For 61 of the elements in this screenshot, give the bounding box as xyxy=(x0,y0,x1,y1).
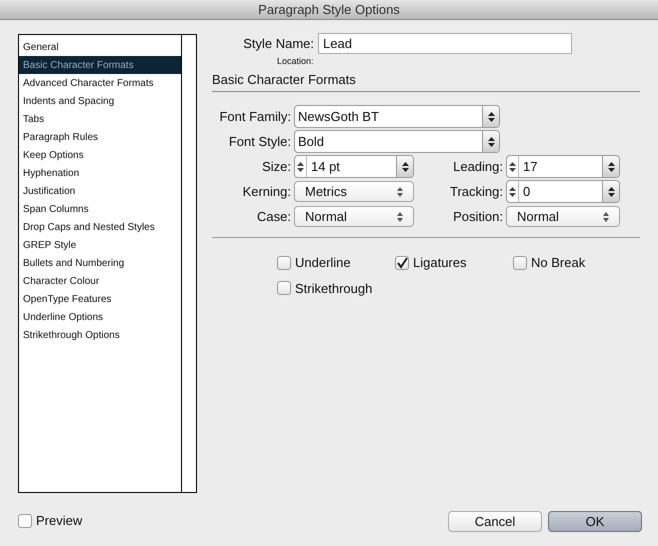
sidebar-item[interactable]: Strikethrough Options xyxy=(19,326,181,344)
nudge-arrows-icon[interactable] xyxy=(507,181,519,202)
stepper-icon[interactable] xyxy=(482,131,499,152)
sidebar-item[interactable]: Advanced Character Formats xyxy=(19,74,181,92)
stepper-icon[interactable] xyxy=(482,106,499,127)
nudge-arrows-icon[interactable] xyxy=(507,156,519,177)
checkbox[interactable] xyxy=(395,256,409,270)
stepper-icon[interactable] xyxy=(602,156,619,177)
sidebar-item[interactable]: Keep Options xyxy=(19,146,181,164)
sidebar-item[interactable]: Span Columns xyxy=(19,200,181,218)
stepper-icon[interactable] xyxy=(602,181,619,202)
checkbox[interactable] xyxy=(277,256,291,270)
sidebar-item[interactable]: Paragraph Rules xyxy=(19,128,181,146)
window-title: Paragraph Style Options xyxy=(258,0,400,19)
field-label: Case: xyxy=(256,208,292,226)
sidebar-item[interactable]: Tabs xyxy=(19,110,181,128)
field-label: Style Name: xyxy=(242,34,315,53)
spin-field[interactable]: 0 xyxy=(506,180,620,203)
chevron-icon xyxy=(603,212,609,222)
location-label: Location: xyxy=(277,55,315,68)
sidebar-item[interactable]: Drop Caps and Nested Styles xyxy=(19,218,181,236)
nudge-arrows-icon[interactable] xyxy=(295,156,307,177)
dropdown[interactable]: Normal xyxy=(294,206,414,227)
chevron-icon xyxy=(397,212,403,222)
combo-field[interactable]: NewsGoth BT xyxy=(294,105,500,128)
field-label: Font Style: xyxy=(228,132,292,151)
checkbox-label: No Break xyxy=(531,254,586,272)
field-label: Size: xyxy=(261,158,292,176)
default-button[interactable]: OK xyxy=(548,511,642,532)
checkbox-label: Underline xyxy=(295,254,351,272)
sidebar-item[interactable]: Underline Options xyxy=(19,308,181,326)
checkbox[interactable] xyxy=(513,256,527,270)
chevron-icon xyxy=(397,186,403,196)
checkbox-label: Ligatures xyxy=(413,254,466,272)
stepper-icon[interactable] xyxy=(396,156,413,177)
spin-field[interactable]: 17 xyxy=(506,155,620,178)
dialog-button[interactable]: Cancel xyxy=(448,511,542,532)
checkbox[interactable] xyxy=(277,281,291,296)
checkbox-label: Preview xyxy=(36,512,82,530)
dropdown[interactable]: Normal xyxy=(506,206,620,227)
sidebar-item[interactable]: Character Colour xyxy=(19,272,181,290)
sidebar-item[interactable]: General xyxy=(19,38,181,56)
dropdown[interactable]: Metrics xyxy=(294,181,414,202)
sidebar-item[interactable]: Basic Character Formats xyxy=(19,56,181,74)
sidebar-item[interactable]: GREP Style xyxy=(19,236,181,254)
field-label: Font Family: xyxy=(218,108,292,126)
section-title: Basic Character Formats xyxy=(212,70,357,88)
field-label: Position: xyxy=(452,208,504,226)
sidebar-item[interactable]: Justification xyxy=(19,182,181,200)
spin-field[interactable]: 14 pt xyxy=(294,155,414,178)
field-label: Tracking: xyxy=(449,182,504,201)
field-label: Kerning: xyxy=(242,182,292,201)
sidebar-item[interactable]: OpenType Features xyxy=(19,290,181,308)
combo-field[interactable]: Bold xyxy=(294,130,500,153)
field-label: Leading: xyxy=(452,158,504,176)
sidebar-item[interactable]: Hyphenation xyxy=(19,164,181,182)
sidebar-item[interactable]: Indents and Spacing xyxy=(19,92,181,110)
style-name-field[interactable]: Lead xyxy=(318,33,572,54)
checkbox-label: Strikethrough xyxy=(295,280,372,298)
sidebar-item[interactable]: Bullets and Numbering xyxy=(19,254,181,272)
checkbox[interactable] xyxy=(18,514,32,528)
